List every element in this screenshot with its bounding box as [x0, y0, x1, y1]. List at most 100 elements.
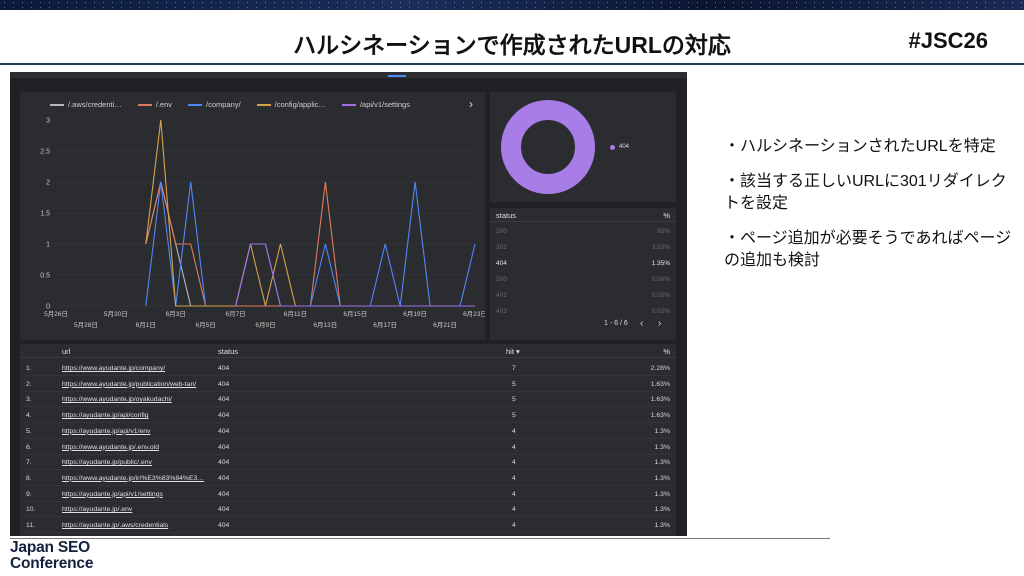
conference-logo: Japan SEO Conference [10, 540, 93, 572]
table-row[interactable]: 4. https://ayudante.jp/api/config 404 5 1.63… [20, 407, 676, 424]
line-chart: 0 0.5 1 1.5 2 2.5 3 5月26日 5月30日 6月3日 6月7日 6月11日 6月15… [40, 118, 485, 330]
status-code: 401 [496, 292, 507, 299]
bullet-item: ・該当する正しいURLに301リダイレクトを設定 [724, 173, 1007, 212]
table-row[interactable]: 7. https://ayudante.jp/public/.env 404 4 1.3… [20, 454, 676, 471]
url-link[interactable]: https://www.ayudante.jp/company/ [62, 365, 165, 372]
status-cell: 404 [218, 396, 230, 404]
status-cell: 404 [218, 412, 230, 420]
percent-header[interactable]: % [663, 211, 670, 220]
table-row[interactable]: 1. https://www.ayudante.jp/company/404 7 2.… [20, 360, 676, 376]
status-table-panel: status % 200 95% 301 3.52% 404 1.35% 500 0.06% 4… [490, 208, 676, 340]
url-link[interactable]: https://ayudante.jp/api/v1/settings [62, 491, 163, 498]
x-tick-label: 6月23日 [463, 310, 485, 318]
line-chart-panel: /.aws/credenti…/.env/company//config/app… [20, 92, 485, 340]
status-percent: 0.06% [651, 276, 670, 283]
status-cell: 404 [218, 365, 230, 372]
status-cell: 404 [218, 474, 230, 482]
status-row[interactable]: 401 0.05% [490, 288, 676, 304]
table-row[interactable]: 10. https://ayudante.jp/.env 404 4 1.3% [20, 501, 676, 518]
status-header[interactable]: status [496, 211, 516, 220]
url-link[interactable]: https://ayudante.jp/public/.env [62, 459, 152, 466]
x-tick-label: 6月1日 [136, 321, 156, 329]
percent-cell: 1.63% [650, 380, 670, 388]
url-table-panel: url status hit ▾ % 1. https://www.ayudant… [20, 344, 676, 536]
row-number: 3. [26, 396, 32, 404]
url-link[interactable]: https://ayudante.jp/.env [62, 506, 132, 513]
status-percent: 3.52% [651, 244, 670, 251]
status-cell: 404 [218, 427, 230, 435]
dashboard-toolbar [10, 72, 687, 78]
status-cell: 404 [218, 522, 230, 529]
pager-next-icon[interactable]: › [658, 318, 661, 329]
percent-cell: 1.3% [654, 459, 671, 467]
status-row[interactable]: 301 3.52% [490, 240, 676, 256]
x-tick-label: 6月21日 [433, 321, 457, 329]
row-number: 7. [26, 459, 32, 467]
hit-cell: 4 [512, 506, 516, 514]
top-banner [0, 0, 1024, 10]
status-cell: 404 [218, 380, 230, 388]
hit-header[interactable]: hit ▾ [506, 347, 520, 356]
y-tick-label: 0.5 [40, 273, 50, 280]
url-link[interactable]: https://www.ayudante.jp/publication/web-… [62, 381, 196, 388]
pager-prev-icon[interactable]: ‹ [640, 318, 643, 329]
url-link[interactable]: https://ayudante.jp/api/v1/env [62, 428, 150, 435]
row-number: 5. [26, 427, 32, 435]
hit-cell: 4 [512, 427, 516, 435]
x-tick-label: 6月15日 [343, 310, 367, 318]
x-tick-label: 5月28日 [74, 321, 98, 329]
status-row[interactable]: 403 0.02% [490, 304, 676, 320]
percent-cell: 1.63% [650, 412, 670, 420]
x-tick-label: 6月19日 [403, 310, 427, 318]
percent-cell: 1.3% [654, 474, 671, 482]
row-number: 11. [26, 522, 35, 529]
x-tick-label: 6月7日 [225, 310, 245, 318]
table-row[interactable]: 5. https://ayudante.jp/api/v1/env 404 4 1.3% [20, 423, 676, 439]
logo-line-2: Conference [10, 555, 94, 572]
table-row[interactable]: 6. https://www.ayudante.jp/.env.old 404 4 1.… [20, 439, 676, 455]
table-row[interactable]: 8. https://www.ayudante.jp/ir/%E3%83%84%E… [20, 470, 676, 486]
percent-cell: 1.3% [654, 522, 671, 529]
x-tick-label: 6月17日 [373, 321, 397, 329]
hit-cell: 4 [512, 522, 516, 529]
donut-chart-panel: 404 [490, 92, 676, 202]
legend-dot [610, 144, 615, 150]
row-number: 2. [26, 380, 32, 388]
hit-cell: 5 [512, 412, 516, 420]
status-cell: 404 [218, 506, 230, 514]
status-row[interactable]: 404 1.35% [490, 256, 676, 272]
x-tick-label: 6月11日 [284, 310, 307, 318]
status-code: 200 [496, 228, 507, 235]
x-tick-label: 6月13日 [313, 321, 337, 329]
url-header[interactable]: url [62, 347, 70, 356]
donut-legend-label: 404 [619, 144, 630, 150]
x-tick-label: 6月5日 [196, 321, 216, 329]
status-percent: 95% [656, 228, 670, 235]
url-link[interactable]: https://www.ayudante.jp/.env.old [62, 444, 159, 451]
status-code: 404 [496, 260, 507, 267]
percent-cell: 1.3% [654, 490, 671, 498]
status-cell: 404 [218, 459, 230, 467]
table-row[interactable]: 2. https://www.ayudante.jp/publication/we… [20, 376, 676, 392]
url-link[interactable]: https://ayudante.jp/.aws/credentials [62, 522, 168, 529]
status-row[interactable]: 200 95% [490, 224, 676, 240]
percent-col-header[interactable]: % [663, 347, 670, 356]
y-tick-label: 3 [46, 118, 50, 125]
y-tick-label: 1 [46, 242, 50, 249]
url-table-header: url status hit ▾ % [20, 344, 676, 358]
x-tick-label: 6月3日 [166, 310, 186, 318]
url-link[interactable]: https://ayudante.jp/api/config [62, 412, 149, 419]
percent-cell: 2.28% [650, 365, 670, 372]
url-link[interactable]: https://www.ayudante.jp/oyakudachi/ [62, 396, 172, 403]
x-tick-label: 5月30日 [104, 310, 128, 318]
percent-cell: 1.63% [650, 396, 670, 404]
hit-cell: 4 [512, 459, 516, 467]
donut-slice-404[interactable] [501, 100, 595, 194]
url-link[interactable]: https://www.ayudante.jp/ir/%E3%83%84%E3… [62, 475, 204, 482]
y-tick-label: 2.5 [40, 149, 50, 156]
status-col-header[interactable]: status [218, 347, 238, 356]
table-row[interactable]: 3. https://www.ayudante.jp/oyakudachi/404… [20, 391, 676, 408]
table-row[interactable]: 11. https://ayudante.jp/.aws/credentials 4… [20, 517, 676, 533]
table-row[interactable]: 9. https://ayudante.jp/api/v1/settings 404… [20, 486, 676, 502]
status-row[interactable]: 500 0.06% [490, 272, 676, 288]
